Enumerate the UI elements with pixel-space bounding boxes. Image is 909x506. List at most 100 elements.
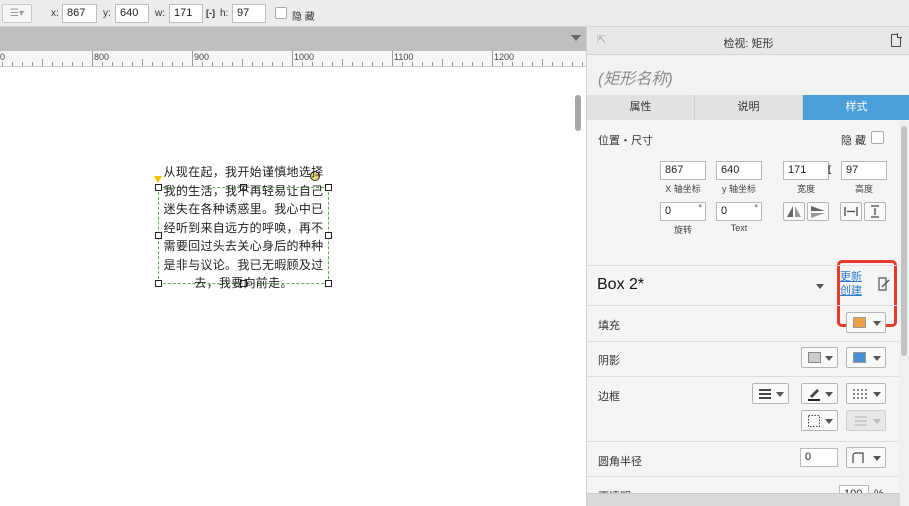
- divider: [587, 341, 900, 342]
- style-name[interactable]: Box 2*: [597, 276, 644, 294]
- w-label: w:: [155, 8, 165, 19]
- fit-height-button[interactable]: [864, 202, 886, 221]
- shadow-color-picker[interactable]: [846, 347, 886, 368]
- page-icon[interactable]: [891, 33, 902, 47]
- border-weight-picker[interactable]: [752, 383, 789, 404]
- hide-label: 隐 藏: [841, 135, 867, 147]
- arrow-style-icon: [855, 416, 867, 426]
- ruler-tick: [152, 62, 153, 66]
- ruler-tick: [552, 62, 553, 66]
- bottom-panel-header: [587, 493, 900, 506]
- height-caption: 高度: [854, 184, 873, 194]
- align-left-icon[interactable]: ☰▾: [2, 4, 32, 23]
- ruler-label: 900: [194, 52, 210, 62]
- ruler-tick: [202, 62, 203, 66]
- x-input[interactable]: 867: [62, 4, 97, 23]
- fit-height-icon: [871, 205, 879, 218]
- shape-name-field[interactable]: (矩形名称): [587, 55, 900, 95]
- chevron-down-icon[interactable]: [816, 284, 824, 289]
- ruler-tick: [512, 62, 513, 66]
- create-style-link[interactable]: 创建: [840, 282, 862, 298]
- divider: [587, 476, 900, 477]
- ruler-tick: [12, 62, 13, 66]
- y-input[interactable]: 640: [115, 4, 149, 23]
- divider: [587, 305, 900, 306]
- ruler-tick: [182, 62, 183, 66]
- canvas-scrollbar[interactable]: [575, 95, 581, 131]
- tab-properties[interactable]: 属性: [587, 95, 695, 120]
- ruler-tick: [582, 62, 583, 66]
- box-text[interactable]: 从现在起，我开始谨慎地选择我的生活，我不再轻易让自己迷失在各种诱惑里。我心中已经…: [160, 163, 327, 293]
- shadow-style-picker[interactable]: [801, 347, 838, 368]
- hide-label: 隐 藏: [292, 12, 315, 23]
- h-label: h:: [220, 8, 229, 19]
- border-sides-picker[interactable]: [801, 410, 838, 431]
- y-coordinate-input[interactable]: 640: [716, 161, 762, 180]
- width-input[interactable]: 171: [783, 161, 829, 180]
- ruler-tick: [322, 62, 323, 66]
- text-rotation-input[interactable]: 0 °: [716, 202, 762, 221]
- border-color-picker[interactable]: [801, 383, 838, 404]
- ruler-tick: [332, 62, 333, 66]
- ruler-tick: [402, 62, 403, 66]
- width-caption: 宽度: [796, 184, 815, 194]
- link-icon[interactable]: [-]: [206, 8, 215, 18]
- height-input[interactable]: 97: [841, 161, 887, 180]
- chevron-down-icon: [873, 392, 881, 397]
- flip-horizontal-icon: [787, 206, 801, 217]
- chevron-down-icon[interactable]: [571, 35, 581, 41]
- ruler-tick: [122, 62, 123, 66]
- hide-checkbox[interactable]: [871, 131, 884, 144]
- position-size-heading: 位置・尺寸: [598, 135, 653, 147]
- ruler-tick: [302, 62, 303, 66]
- corner-radius-label: 圆角半径: [598, 456, 642, 468]
- ruler-tick: [2, 62, 3, 66]
- flip-vertical-icon: [811, 206, 825, 218]
- style-panel-content: 位置・尺寸 隐 藏 867 X 轴坐标 640 y 轴坐标 171 宽度 [ 9…: [587, 120, 900, 506]
- ruler-tick: [112, 62, 113, 66]
- chevron-down-icon: [825, 392, 833, 397]
- h-input[interactable]: 97: [232, 4, 266, 23]
- ruler-label: 800: [94, 52, 110, 62]
- panel-scroll-thumb[interactable]: [901, 126, 907, 356]
- flip-horizontal-button[interactable]: [783, 202, 805, 221]
- ruler-tick: [172, 62, 173, 66]
- ruler-tick: [42, 59, 43, 66]
- ruler-tick: [502, 62, 503, 66]
- hide-checkbox[interactable]: [275, 7, 287, 19]
- border-dash-picker[interactable]: [846, 383, 886, 404]
- divider: [587, 265, 900, 266]
- ruler-tick: [542, 59, 543, 66]
- ruler-tick: [372, 62, 373, 66]
- link-icon[interactable]: [: [828, 164, 831, 174]
- ruler-tick: [82, 62, 83, 66]
- corner-radius-input[interactable]: 0: [800, 448, 838, 467]
- border-label: 边框: [598, 391, 620, 403]
- x-coordinate-input[interactable]: 867: [660, 161, 706, 180]
- ruler-tick: [162, 62, 163, 66]
- flip-vertical-button[interactable]: [807, 202, 829, 221]
- rotation-value: 0: [665, 205, 672, 217]
- y-caption: y 轴坐标: [721, 184, 756, 194]
- ruler-tick: [52, 62, 53, 66]
- ruler-tick: [572, 62, 573, 66]
- ruler-tick: [92, 51, 93, 66]
- edit-style-icon[interactable]: [877, 276, 891, 292]
- tab-notes[interactable]: 说明: [695, 95, 803, 120]
- ruler-tick: [142, 59, 143, 66]
- ruler-tick: [532, 62, 533, 66]
- w-input[interactable]: 171: [169, 4, 203, 23]
- ruler-tick: [292, 51, 293, 66]
- panel-scrollbar[interactable]: [899, 121, 909, 506]
- tab-style[interactable]: 样式: [803, 95, 909, 120]
- rotation-input[interactable]: 0 °: [660, 202, 706, 221]
- divider: [587, 441, 900, 442]
- shadow-label: 阴影: [598, 355, 620, 367]
- corner-style-picker[interactable]: [846, 447, 886, 468]
- fit-width-button[interactable]: [840, 202, 862, 221]
- ruler-tick: [562, 62, 563, 66]
- ruler-tick: [452, 62, 453, 66]
- ruler-tick: [472, 62, 473, 66]
- rounded-corner-icon: [852, 452, 864, 463]
- fill-color-picker[interactable]: [846, 312, 886, 333]
